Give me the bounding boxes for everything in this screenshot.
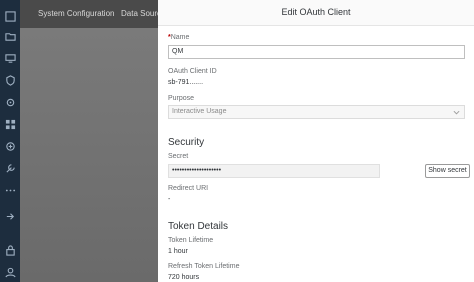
client-id-value: sb-791....... [168, 79, 204, 86]
chevron-down-icon [453, 110, 460, 115]
side-navigation-rail [0, 0, 20, 282]
dashboard-icon[interactable] [4, 10, 16, 22]
dimmed-list-column [20, 28, 158, 282]
security-icon[interactable] [4, 140, 16, 152]
redirect-uri-value: - [168, 196, 171, 203]
token-details-heading: Token Details [168, 221, 229, 232]
show-secret-button[interactable]: Show secret [425, 164, 470, 178]
tab-system-configuration[interactable]: System Configuration [38, 0, 114, 28]
name-label: *Name [168, 34, 190, 41]
settings-icon[interactable] [4, 96, 16, 108]
monitor-icon[interactable] [4, 52, 16, 64]
token-lifetime-value: 1 hour [168, 248, 188, 255]
dialog-header: Edit OAuth Client [158, 0, 474, 26]
refresh-token-lifetime-label: Refresh Token Lifetime [168, 263, 240, 270]
export-icon[interactable] [4, 210, 16, 222]
purpose-selected-value: Interactive Usage [172, 108, 227, 115]
edit-oauth-client-dialog: Edit OAuth Client *Name QM OAuth Client … [158, 0, 474, 282]
shield-icon[interactable] [4, 74, 16, 86]
security-heading: Security [168, 137, 205, 148]
lock-icon[interactable] [4, 244, 16, 256]
secret-label: Secret [168, 153, 189, 160]
refresh-token-lifetime-value: 720 hours [168, 274, 200, 281]
wrench-icon[interactable] [4, 162, 16, 174]
purpose-label: Purpose [168, 95, 195, 102]
purpose-select[interactable]: Interactive Usage [168, 105, 465, 119]
user-icon[interactable] [4, 266, 16, 278]
client-id-label: OAuth Client ID [168, 68, 217, 75]
token-lifetime-label: Token Lifetime [168, 237, 214, 244]
grid-icon[interactable] [4, 118, 16, 130]
redirect-uri-label: Redirect URI [168, 185, 209, 192]
secret-field[interactable]: •••••••••••••••••••• [168, 164, 380, 178]
dialog-title: Edit OAuth Client [281, 7, 351, 17]
folder-icon[interactable] [4, 30, 16, 42]
more-icon[interactable] [4, 184, 16, 196]
name-input[interactable]: QM [168, 45, 465, 59]
